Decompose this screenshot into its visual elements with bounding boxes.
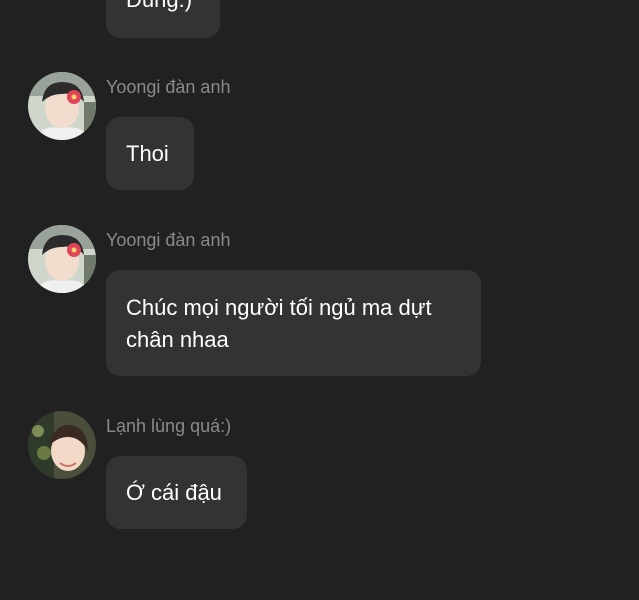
message-text: Thoi <box>126 141 169 166</box>
message-bubble[interactable]: Dùng:) <box>106 0 220 38</box>
user-avatar-icon <box>28 225 96 293</box>
sender-name: Yoongi đàn anh <box>106 77 231 97</box>
sender-name: Yoongi đàn anh <box>106 230 231 250</box>
avatar-yoongi[interactable] <box>28 225 96 293</box>
message-bubble[interactable]: Thoi <box>106 117 194 190</box>
user-avatar-icon <box>28 411 96 479</box>
message-bubble[interactable]: Ớ cái đậu <box>106 456 247 529</box>
message-text: Chúc mọi người tối ngủ ma dựt chân nhaa <box>126 295 432 352</box>
message-bubble[interactable]: Chúc mọi người tối ngủ ma dựt chân nhaa <box>106 270 481 376</box>
avatar-yoongi[interactable] <box>28 72 96 140</box>
user-avatar-icon <box>28 72 96 140</box>
sender-name: Lạnh lùng quá:) <box>106 416 232 436</box>
avatar-lanh-lung[interactable] <box>28 411 96 479</box>
message-text: Ớ cái đậu <box>126 480 222 505</box>
message-text: Dùng:) <box>126 0 192 12</box>
